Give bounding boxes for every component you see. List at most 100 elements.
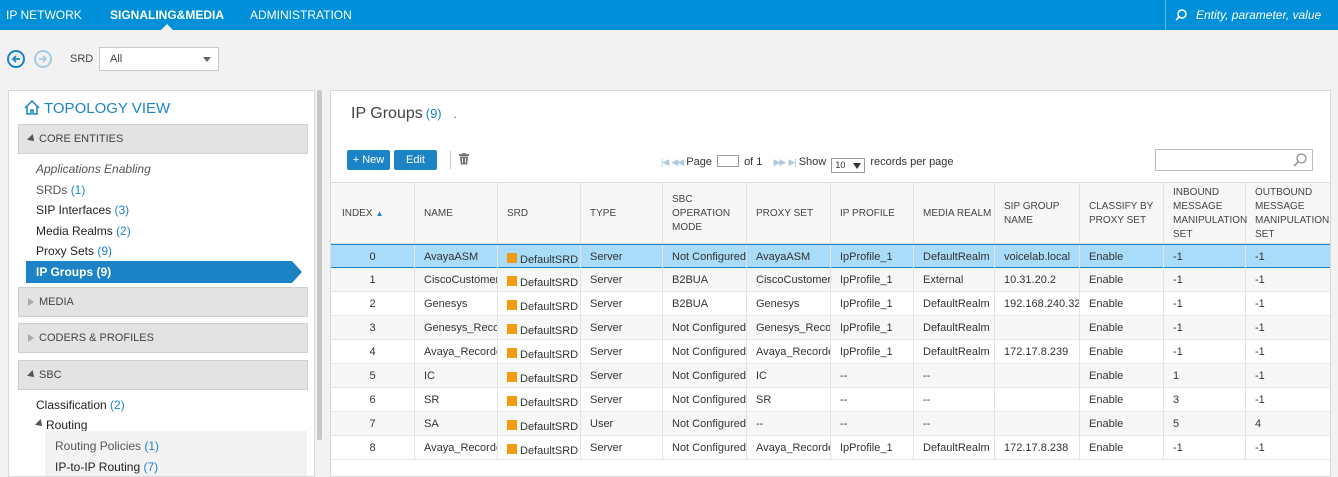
section-core-entities[interactable]: CORE ENTITIES <box>18 124 308 154</box>
global-search-input[interactable]: Entity, parameter, value <box>1165 0 1338 30</box>
cell-type: Server <box>581 316 663 340</box>
table-row[interactable]: 5 IC DefaultSRD Server Not Configured IC -- -- E… <box>331 364 1330 388</box>
column-header-sip-group-name[interactable]: SIP GROUP NAME <box>995 183 1080 245</box>
cell-sip-group-name <box>995 316 1080 340</box>
cell-inbound-message-manipulation-set: -1 <box>1164 292 1246 316</box>
cell-proxy-set: Genesys <box>747 292 831 316</box>
new-button[interactable]: + New <box>347 150 390 170</box>
column-header-label: IP PROFILE <box>840 208 895 219</box>
item-label: Routing Policies <box>55 439 142 453</box>
topo-item-ip-to-ip-routing[interactable]: IP-to-IP Routing (7) <box>55 457 158 476</box>
table-row[interactable]: 1 CiscoCustomer DefaultSRD Server B2BUA Cisco… <box>331 268 1330 292</box>
forward-button[interactable] <box>34 50 52 68</box>
topology-title[interactable]: TOPOLOGY VIEW <box>24 100 170 117</box>
edit-button[interactable]: Edit <box>394 150 437 170</box>
expanded-icon <box>27 370 37 380</box>
column-header-classify-by-proxy-set[interactable]: CLASSIFY BY PROXY SET <box>1080 183 1164 245</box>
cell-classify-by-proxy-set: Enable <box>1080 412 1164 436</box>
cell-media-realm: DefaultRealm <box>914 316 995 340</box>
arrow-right-icon <box>39 55 48 63</box>
last-page-icon[interactable]: ▶| <box>788 157 796 167</box>
nav-ip-network[interactable]: IP NETWORK <box>6 0 82 30</box>
column-header-index[interactable]: INDEX ▲ <box>331 183 415 245</box>
column-header-type[interactable]: TYPE <box>581 183 663 245</box>
topo-item-media-realms[interactable]: Media Realms (2) <box>36 221 131 241</box>
column-header-label: OUTBOUND MESSAGE MANIPULATION SET <box>1255 187 1330 240</box>
srd-marker-icon <box>507 396 517 406</box>
topo-item-routing-policies[interactable]: Routing Policies (1) <box>55 436 159 456</box>
cell-proxy-set: Genesys_Recor <box>747 316 831 340</box>
topo-item-classification[interactable]: Classification (2) <box>36 395 125 415</box>
table-row[interactable]: 6 SR DefaultSRD Server Not Configured SR -- -- E… <box>331 388 1330 412</box>
next-page-icon[interactable]: ▶▶ <box>773 157 786 167</box>
cell-proxy-set: -- <box>747 412 831 436</box>
table-row[interactable]: 8 Avaya_Recorde DefaultSRD Server Not Config… <box>331 436 1330 460</box>
section-coders-profiles[interactable]: CODERS & PROFILES <box>18 323 308 353</box>
cell-proxy-set: SR <box>747 388 831 412</box>
topo-item-srds[interactable]: SRDs (1) <box>36 180 85 200</box>
table-row[interactable]: 2 Genesys DefaultSRD Server B2BUA Genesys IpPr… <box>331 292 1330 316</box>
cell-media-realm: -- <box>914 364 995 388</box>
column-header-media-realm[interactable]: MEDIA REALM <box>914 183 995 245</box>
search-icon <box>1293 153 1307 167</box>
cell-sip-group-name: 172.17.8.238 <box>995 436 1080 460</box>
table-row[interactable]: 7 SA DefaultSRD User Not Configured -- -- -- Ena… <box>331 412 1330 436</box>
item-count: (2) <box>116 224 131 238</box>
expanded-icon <box>35 419 45 429</box>
section-media[interactable]: MEDIA <box>18 287 308 317</box>
cell-outbound-message-manipulation-set: -1 <box>1246 388 1330 412</box>
topo-item-proxy-sets[interactable]: Proxy Sets (9) <box>36 241 112 261</box>
page-title: IP Groups (9). <box>351 105 457 123</box>
expanded-icon <box>27 134 37 144</box>
topology-panel: TOPOLOGY VIEW CORE ENTITIES Applications… <box>8 90 315 477</box>
srd-marker-icon <box>507 324 517 334</box>
srd-marker-icon <box>507 372 517 382</box>
cell-srd: DefaultSRD <box>498 436 581 460</box>
topo-item-ip-groups[interactable]: IP Groups (9) <box>26 261 302 283</box>
table-filter-input[interactable] <box>1155 149 1313 171</box>
section-sbc[interactable]: SBC <box>18 360 308 390</box>
chevron-down-icon <box>853 163 862 169</box>
cell-sip-group-name <box>995 412 1080 436</box>
nav-administration[interactable]: ADMINISTRATION <box>250 0 352 30</box>
toolbar-divider <box>450 151 451 169</box>
column-header-outbound-message-manipulation-set[interactable]: OUTBOUND MESSAGE MANIPULATION SET <box>1246 183 1330 245</box>
column-header-name[interactable]: NAME <box>415 183 498 245</box>
item-label: Proxy Sets <box>36 244 95 258</box>
section-label: CORE ENTITIES <box>39 133 124 145</box>
column-header-ip-profile[interactable]: IP PROFILE <box>831 183 914 245</box>
column-header-sbc-operation-mode[interactable]: SBC OPERATION MODE <box>663 183 747 245</box>
cell-name: IC <box>415 364 498 388</box>
srd-name: DefaultSRD <box>520 397 579 409</box>
topo-item-applications-enabling[interactable]: Applications Enabling <box>36 159 151 179</box>
topology-scrollbar[interactable] <box>317 90 322 440</box>
cell-srd: DefaultSRD <box>498 292 581 316</box>
cell-name: SA <box>415 412 498 436</box>
topo-item-sip-interfaces[interactable]: SIP Interfaces (3) <box>36 200 129 220</box>
column-header-srd[interactable]: SRD <box>498 183 581 245</box>
page-number-input[interactable] <box>717 155 739 167</box>
item-count: (1) <box>144 439 160 453</box>
prev-page-icon[interactable]: ◀◀ <box>671 157 684 167</box>
srd-name: DefaultSRD <box>520 277 579 289</box>
table-header: INDEX ▲ NAME SRD TYPE SBC OPERATION MODE PROXY… <box>331 182 1330 245</box>
cell-outbound-message-manipulation-set: -1 <box>1246 364 1330 388</box>
table-row[interactable]: 3 Genesys_Recor DefaultSRD Server Not Config… <box>331 316 1330 340</box>
first-page-icon[interactable]: |◀ <box>661 157 669 167</box>
page-total: of 1 <box>744 156 763 168</box>
srd-marker-icon <box>507 444 517 454</box>
per-page-select[interactable]: 10 <box>831 158 866 173</box>
cell-outbound-message-manipulation-set: -1 <box>1246 316 1330 340</box>
column-header-inbound-message-manipulation-set[interactable]: INBOUND MESSAGE MANIPULATION SET <box>1164 183 1247 245</box>
srd-select[interactable]: All <box>99 47 219 71</box>
cell-inbound-message-manipulation-set: -1 <box>1164 316 1246 340</box>
cell-index: 4 <box>331 340 415 364</box>
trash-icon[interactable] <box>459 153 469 165</box>
back-button[interactable] <box>7 50 25 68</box>
table-row[interactable]: 0 AvayaASM DefaultSRD Server Not Configured A… <box>331 244 1330 269</box>
table-row[interactable]: 4 Avaya_Recorde DefaultSRD Server Not Config… <box>331 340 1330 364</box>
cell-name: Genesys <box>415 292 498 316</box>
nav-signaling-media[interactable]: SIGNALING&MEDIA <box>110 0 224 30</box>
cell-outbound-message-manipulation-set: -1 <box>1246 268 1330 292</box>
column-header-proxy-set[interactable]: PROXY SET <box>747 183 831 245</box>
